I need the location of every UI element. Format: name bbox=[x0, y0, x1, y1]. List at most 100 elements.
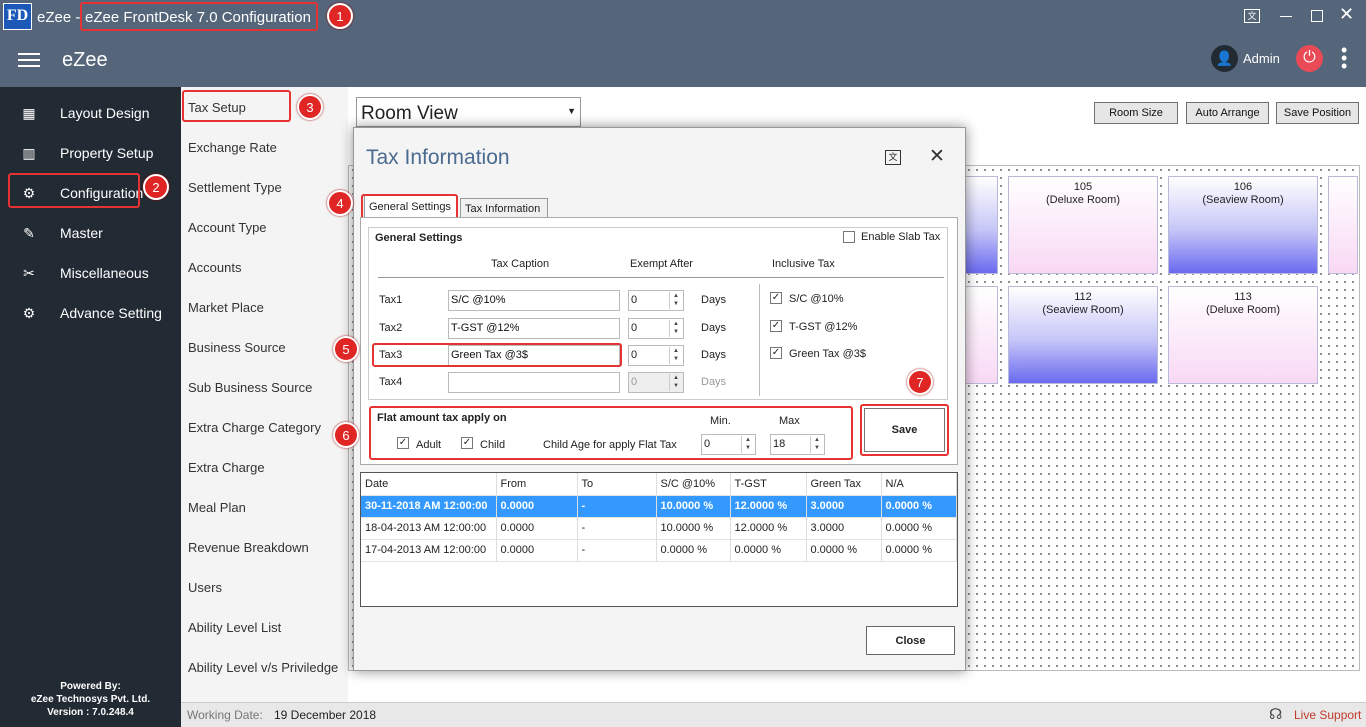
hamburger-menu-icon[interactable] bbox=[18, 53, 40, 67]
sidebar-item-layout-design[interactable]: ▦ Layout Design bbox=[12, 96, 172, 130]
table-cell: 0.0000 bbox=[496, 517, 578, 540]
dialog-close-button[interactable]: Close bbox=[866, 626, 955, 655]
child-checkbox[interactable]: ✓ bbox=[461, 437, 473, 449]
child-age-max-stepper[interactable]: 18 ▲ ▼ bbox=[770, 434, 825, 455]
column-header[interactable]: To bbox=[577, 473, 657, 496]
table-cell: 0.0000 bbox=[496, 539, 578, 562]
user-avatar-icon[interactable]: 👤 bbox=[1211, 45, 1238, 72]
auto-arrange-button[interactable]: Auto Arrange bbox=[1186, 102, 1269, 124]
adult-label: Adult bbox=[416, 439, 442, 451]
table-cell: 3.0000 bbox=[806, 495, 882, 518]
room-size-button[interactable]: Room Size bbox=[1094, 102, 1178, 124]
tax3-inclusive-label: Green Tax @3$ bbox=[789, 348, 867, 360]
flat-tax-title: Flat amount tax apply on bbox=[377, 412, 507, 424]
submenu-item-sub-business-source[interactable]: Sub Business Source bbox=[188, 380, 312, 395]
sidebar-item-property-setup[interactable]: ▥ Property Setup bbox=[12, 136, 172, 170]
tax4-exempt-stepper[interactable]: 0 ▲ ▼ bbox=[628, 372, 684, 393]
submenu-item-extra-charge[interactable]: Extra Charge bbox=[188, 460, 265, 475]
stepper-arrows-icon[interactable]: ▲ ▼ bbox=[741, 436, 754, 453]
submenu-item-extra-charge-category[interactable]: Extra Charge Category bbox=[188, 420, 321, 435]
tab-tax-information[interactable]: Tax Information bbox=[460, 198, 548, 218]
tax1-inclusive-label: S/C @10% bbox=[789, 293, 844, 305]
tax-history-grid: Date From To S/C @10% T-GST Green Tax N/… bbox=[360, 472, 958, 607]
submenu-item-revenue-breakdown[interactable]: Revenue Breakdown bbox=[188, 540, 309, 555]
table-cell: 12.0000 % bbox=[730, 517, 807, 540]
sidebar-item-advance-setting[interactable]: ⚙ Advance Setting bbox=[12, 296, 172, 330]
tax3-exempt-stepper[interactable]: 0 ▲ ▼ bbox=[628, 345, 684, 366]
column-header[interactable]: N/A bbox=[881, 473, 957, 496]
tax2-exempt-stepper[interactable]: 0 ▲ ▼ bbox=[628, 318, 684, 339]
submenu-item-settlement-type[interactable]: Settlement Type bbox=[188, 180, 282, 195]
column-header[interactable]: Green Tax bbox=[806, 473, 882, 496]
working-date-label: Working Date: bbox=[187, 708, 263, 722]
brand-name: eZee bbox=[62, 49, 108, 71]
submenu-item-ability-level-list[interactable]: Ability Level List bbox=[188, 620, 281, 635]
tax2-inclusive-checkbox[interactable]: ✓ bbox=[770, 320, 782, 332]
submenu-item-tax-setup[interactable]: Tax Setup bbox=[188, 100, 246, 115]
room-card[interactable]: 106 (Seaview Room) bbox=[1168, 176, 1318, 274]
close-window-button[interactable]: ✕ bbox=[1339, 4, 1354, 25]
submenu-item-meal-plan[interactable]: Meal Plan bbox=[188, 500, 246, 515]
enable-slab-tax-label[interactable]: Enable Slab Tax bbox=[861, 231, 940, 243]
table-cell: 12.0000 % bbox=[730, 495, 807, 518]
stepper-arrows-icon[interactable]: ▲ ▼ bbox=[810, 436, 823, 453]
sidebar-item-miscellaneous[interactable]: ✂ Miscellaneous bbox=[12, 256, 172, 290]
stepper-arrows-icon[interactable]: ▲ ▼ bbox=[669, 347, 682, 364]
submenu-item-users[interactable]: Users bbox=[188, 580, 222, 595]
tax1-caption-input[interactable]: S/C @10% bbox=[448, 290, 620, 311]
table-cell: 17-04-2013 AM 12:00:00 bbox=[361, 539, 497, 562]
minimize-button[interactable] bbox=[1280, 16, 1292, 17]
status-bar: Working Date: 19 December 2018 ☊ Live Su… bbox=[181, 702, 1366, 727]
room-card[interactable]: 112 (Seaview Room) bbox=[1008, 286, 1158, 384]
tax1-inclusive-checkbox[interactable]: ✓ bbox=[770, 292, 782, 304]
sidebar-item-master[interactable]: ✎ Master bbox=[12, 216, 172, 250]
table-cell: 3.0000 bbox=[806, 517, 882, 540]
submenu-item-account-type[interactable]: Account Type bbox=[188, 220, 267, 235]
maximize-button[interactable] bbox=[1311, 10, 1323, 22]
column-header[interactable]: S/C @10% bbox=[656, 473, 731, 496]
dialog-close-icon[interactable]: ✕ bbox=[929, 145, 945, 168]
window-title: eZee FrontDesk 7.0 Configuration bbox=[85, 9, 311, 26]
annotation-badge: 7 bbox=[907, 369, 933, 395]
live-support-link[interactable]: Live Support bbox=[1294, 708, 1361, 722]
child-age-min-stepper[interactable]: 0 ▲ ▼ bbox=[701, 434, 756, 455]
column-header[interactable]: Date bbox=[361, 473, 497, 496]
submenu-item-business-source[interactable]: Business Source bbox=[188, 340, 286, 355]
enable-slab-tax-checkbox[interactable] bbox=[843, 231, 855, 243]
tax4-caption-input[interactable] bbox=[448, 372, 620, 393]
submenu-item-market-place[interactable]: Market Place bbox=[188, 300, 264, 315]
save-button[interactable]: Save bbox=[864, 408, 945, 452]
adult-checkbox[interactable]: ✓ bbox=[397, 437, 409, 449]
annotation-badge: 2 bbox=[143, 174, 169, 200]
table-header-row: Date From To S/C @10% T-GST Green Tax N/… bbox=[361, 473, 957, 496]
save-position-button[interactable]: Save Position bbox=[1276, 102, 1359, 124]
submenu-item-exchange-rate[interactable]: Exchange Rate bbox=[188, 140, 277, 155]
view-select[interactable]: Room View ▼ bbox=[356, 97, 581, 127]
table-row[interactable]: 30-11-2018 AM 12:00:00 0.0000 - 10.0000 … bbox=[361, 495, 957, 518]
column-header[interactable]: From bbox=[496, 473, 578, 496]
tax3-inclusive-checkbox[interactable]: ✓ bbox=[770, 347, 782, 359]
table-cell: 0.0000 % bbox=[656, 539, 731, 562]
translate-icon[interactable]: 文 bbox=[1244, 9, 1260, 23]
room-card[interactable] bbox=[1328, 176, 1358, 274]
tax2-caption-input[interactable]: T-GST @12% bbox=[448, 318, 620, 339]
stepper-arrows-icon[interactable]: ▲ ▼ bbox=[669, 320, 682, 337]
room-card[interactable]: 105 (Deluxe Room) bbox=[1008, 176, 1158, 274]
dialog-translate-icon[interactable]: 文 bbox=[885, 150, 901, 165]
table-row[interactable]: 18-04-2013 AM 12:00:00 0.0000 - 10.0000 … bbox=[361, 517, 957, 540]
dropdown-arrow-icon: ▼ bbox=[567, 106, 576, 116]
support-icon[interactable]: ☊ bbox=[1269, 705, 1282, 723]
user-name[interactable]: Admin bbox=[1243, 51, 1280, 66]
submenu-item-accounts[interactable]: Accounts bbox=[188, 260, 241, 275]
more-options-icon[interactable]: • • • bbox=[1341, 41, 1347, 75]
stepper-arrows-icon[interactable]: ▲ ▼ bbox=[669, 292, 682, 309]
submenu-item-ability-level-privilege[interactable]: Ability Level v/s Priviledge bbox=[188, 660, 338, 675]
table-row[interactable]: 17-04-2013 AM 12:00:00 0.0000 - 0.0000 %… bbox=[361, 539, 957, 562]
power-icon[interactable]: ⏻ bbox=[1296, 45, 1323, 72]
table-cell: 0.0000 % bbox=[881, 495, 957, 518]
column-header[interactable]: T-GST bbox=[730, 473, 807, 496]
table-cell: - bbox=[577, 517, 657, 540]
room-card[interactable]: 113 (Deluxe Room) bbox=[1168, 286, 1318, 384]
tax1-exempt-stepper[interactable]: 0 ▲ ▼ bbox=[628, 290, 684, 311]
stepper-arrows-icon[interactable]: ▲ ▼ bbox=[669, 374, 682, 391]
